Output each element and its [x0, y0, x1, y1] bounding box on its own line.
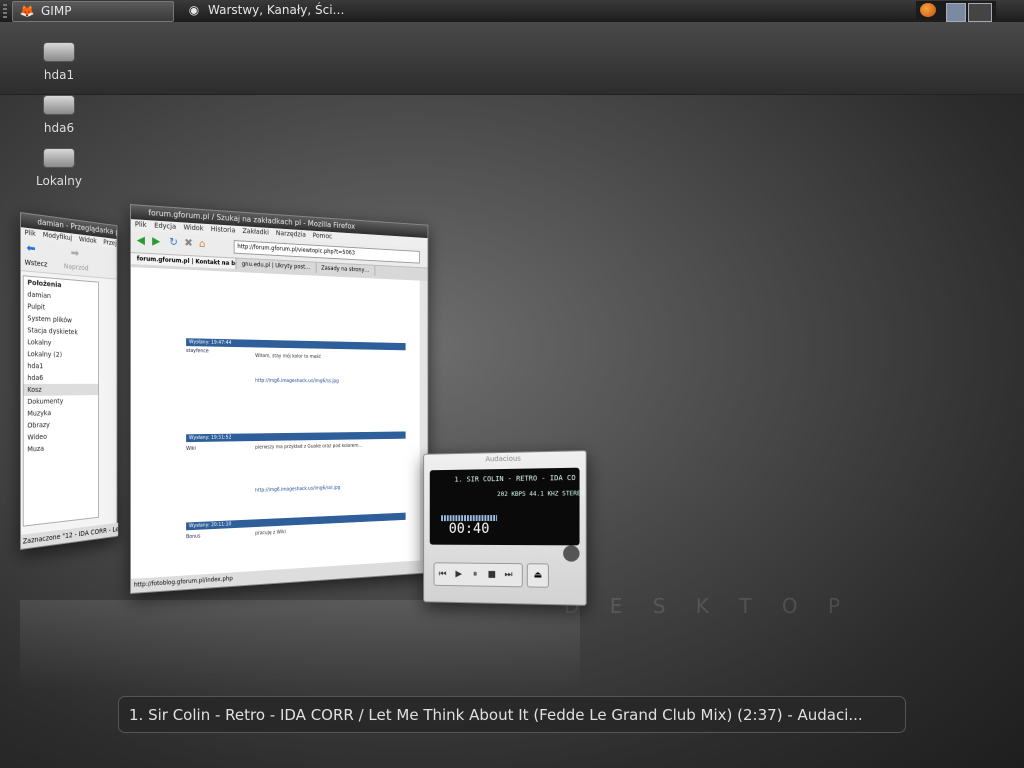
playback-controls: ⏮ ▶ ⏸ ■ ⏭ — [433, 562, 523, 588]
gimp-icon: 🦊 — [19, 4, 35, 18]
forward-arrow-icon[interactable]: ▶ — [152, 234, 160, 247]
places-sidebar: Położenia damian Pulpit System plików St… — [22, 275, 99, 527]
desktop-icon-hda6[interactable]: hda6 — [24, 95, 94, 135]
post-header: Wysłany: 19:51:52 — [186, 431, 406, 443]
desktop-watermark: D E S K T O P — [564, 594, 853, 618]
place-item[interactable]: hda6 — [24, 372, 98, 384]
back-arrow-icon[interactable]: ⬅ — [26, 241, 35, 256]
hard-drive-icon — [43, 42, 75, 62]
page-content: Wysłany: 19:47:44 stayfence Witam, stay … — [130, 267, 428, 579]
file-manager-window[interactable]: damian - Przeglądarka plików PlikModyfik… — [20, 212, 119, 550]
notification-area — [916, 1, 996, 22]
place-item[interactable]: hda1 — [24, 360, 98, 373]
track-scroller: 1. SIR COLIN - RETRO - IDA CORR / LET ME — [454, 473, 576, 484]
window-reflection — [20, 600, 580, 690]
player-title: Audacious — [485, 454, 521, 464]
menu-narzedzia[interactable]: Narzędzia — [276, 229, 306, 238]
post-text: Witam, stay mój kolor to maść — [255, 353, 321, 360]
back-button[interactable]: Wstecz — [25, 258, 48, 268]
audacious-logo-icon[interactable] — [563, 545, 580, 562]
taskbar-item-gimp[interactable]: 🦊 GIMP — [12, 1, 174, 22]
next-button[interactable]: ⏭ — [500, 564, 517, 586]
hard-drive-icon — [43, 95, 75, 115]
stop-icon[interactable]: ✖ — [184, 236, 193, 249]
pause-button[interactable]: ⏸ — [467, 564, 483, 586]
desktop-icon-hda1[interactable]: hda1 — [24, 42, 94, 82]
menu-widok[interactable]: Widok — [184, 223, 204, 232]
previous-button[interactable]: ⏮ — [434, 563, 450, 585]
post-link[interactable]: http://img6.imageshack.us/img6/ss.jpg — [255, 378, 405, 385]
hard-drive-icon — [43, 148, 75, 168]
forward-button[interactable]: Naprzód — [64, 262, 89, 272]
desktop-icon-lokalny[interactable]: Lokalny — [24, 148, 94, 188]
menu-przejdz[interactable]: Przejdź — [103, 238, 116, 248]
post-author[interactable]: Wiki — [186, 445, 251, 453]
menu-zakladki[interactable]: Zakładki — [242, 227, 268, 236]
bitrate-info: 202 KBPS 44.1 KHZ STEREO — [497, 490, 585, 499]
workspace-1[interactable] — [946, 3, 966, 22]
play-button[interactable]: ▶ — [451, 563, 467, 585]
browser-window[interactable]: forum.gforum.pl / Szukaj na zakładkach p… — [130, 204, 430, 594]
menu-pomoc[interactable]: Pomoc — [313, 232, 333, 241]
forward-arrow-icon[interactable]: ➡ — [71, 246, 80, 260]
workspace-2[interactable] — [968, 3, 992, 22]
menu-edycja[interactable]: Edycja — [154, 222, 176, 231]
player-display: 1. SIR COLIN - RETRO - IDA CORR / LET ME… — [429, 467, 584, 546]
taskbar-item-layers[interactable]: ◉ Warstwy, Kanały, Ści… — [180, 1, 410, 20]
elapsed-time[interactable]: 00:40 — [449, 521, 490, 537]
audacious-player[interactable]: Audacious 1. SIR COLIN - RETRO - IDA COR… — [423, 450, 587, 606]
now-playing-osd: 1. Sir Colin - Retro - IDA CORR / Let Me… — [118, 696, 906, 733]
menu-plik[interactable]: Plik — [135, 220, 147, 229]
stop-button[interactable]: ■ — [483, 564, 500, 586]
post-link[interactable]: http://img6.imageshack.us/img6/sol.jpg — [255, 483, 405, 495]
status-bar: Zaznaczone "12 - IDA CORR - Let M — [20, 522, 119, 549]
eject-button[interactable]: ⏏ — [526, 563, 549, 588]
reload-icon[interactable]: ↻ — [169, 235, 178, 248]
home-icon[interactable]: ⌂ — [199, 237, 205, 250]
post-author[interactable]: Bonus — [186, 531, 251, 541]
menu-plik[interactable]: Plik — [25, 229, 36, 238]
panel-handle[interactable] — [3, 4, 7, 18]
place-item[interactable]: Kosz — [23, 383, 99, 396]
top-panel: 🦊 GIMP ◉ Warstwy, Kanały, Ści… — [0, 0, 1024, 23]
firefox-icon[interactable] — [920, 3, 936, 17]
gimp-icon: ◉ — [188, 3, 200, 17]
menu-historia[interactable]: Historia — [211, 225, 235, 234]
place-item[interactable]: Muza — [24, 440, 98, 456]
post-author[interactable]: stayfence — [186, 348, 251, 356]
back-arrow-icon[interactable]: ◀ — [137, 233, 145, 246]
desktop-band — [0, 22, 1024, 95]
menu-widok[interactable]: Widok — [79, 235, 97, 245]
post-text: pierwszy ma przykład z Guake oraz pod ko… — [255, 443, 363, 451]
